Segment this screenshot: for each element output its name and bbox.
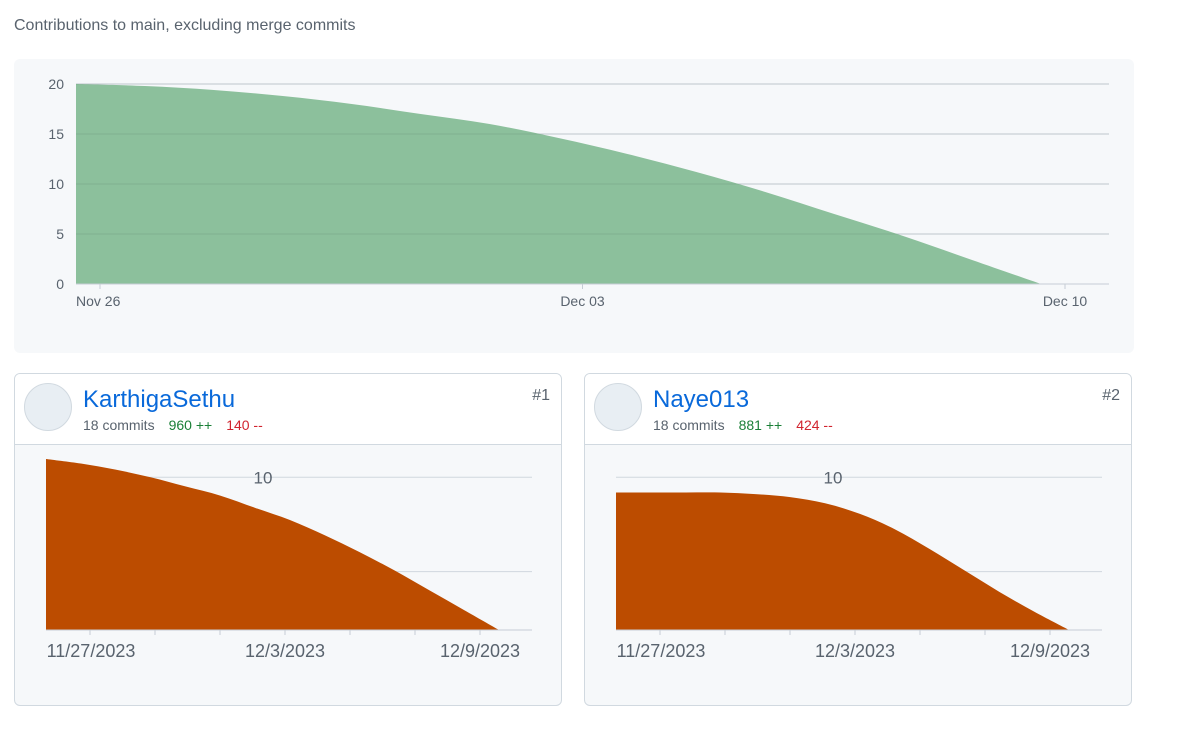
main-contributions-chart[interactable]: 0 5 10 15 20 Nov 26 Dec 03 Dec 10	[14, 59, 1134, 353]
y-tick-label: 10	[48, 176, 64, 192]
y-tick-label: 10	[254, 468, 273, 487]
area-series	[616, 492, 1069, 630]
contributor-card-header: KarthigaSethu 18 commits 960 ++ 140 -- #1	[15, 374, 561, 445]
x-tick-label: Dec 10	[1043, 293, 1088, 309]
y-tick-label: 5	[56, 226, 64, 242]
y-tick-label: 15	[48, 126, 64, 142]
x-tick-label: Dec 03	[560, 293, 605, 309]
x-tick-label: 12/9/2023	[440, 641, 520, 661]
contributor-card: KarthigaSethu 18 commits 960 ++ 140 -- #1 …	[14, 373, 562, 706]
commits-count-link[interactable]: 18 commits	[83, 417, 155, 433]
contributor-stats: 18 commits 881 ++ 424 --	[653, 417, 833, 433]
y-tick-label: 10	[824, 468, 843, 487]
commits-count-link[interactable]: 18 commits	[653, 417, 725, 433]
x-tick-label: Nov 26	[76, 293, 121, 309]
contributor-chart-svg: 10 11/27/2023 12/3/2023 12/9/2023	[616, 468, 1102, 661]
y-tick-label: 20	[48, 76, 64, 92]
x-tick-label: 12/9/2023	[1010, 641, 1090, 661]
chart-subtitle: Contributions to main, excluding merge c…	[14, 17, 356, 34]
contributor-rank: #2	[1102, 387, 1120, 404]
contributor-card-header: Naye013 18 commits 881 ++ 424 -- #2	[585, 374, 1131, 445]
x-tick-label: 11/27/2023	[617, 641, 706, 661]
additions-count: 960 ++	[168, 417, 213, 433]
additions-count: 881 ++	[738, 417, 783, 433]
x-tick-label: 12/3/2023	[815, 641, 895, 661]
avatar[interactable]	[594, 383, 642, 431]
contributor-stats: 18 commits 960 ++ 140 --	[83, 417, 263, 433]
x-tick-label: 12/3/2023	[245, 641, 325, 661]
deletions-count: 140 --	[226, 417, 263, 433]
contributor-username-link[interactable]: Naye013	[653, 386, 749, 414]
contributor-chart-svg: 10 11/27/2023 12/3/2023 12/9/2023	[46, 458, 532, 661]
area-series	[46, 458, 499, 630]
contributor-rank: #1	[532, 387, 550, 404]
y-tick-label: 0	[56, 276, 64, 292]
contributor-card: Naye013 18 commits 881 ++ 424 -- #2 10 11/2…	[584, 373, 1132, 706]
main-chart-svg: 0 5 10 15 20 Nov 26 Dec 03 Dec 10	[48, 76, 1109, 309]
deletions-count: 424 --	[796, 417, 833, 433]
contributor-username-link[interactable]: KarthigaSethu	[83, 386, 235, 414]
avatar[interactable]	[24, 383, 72, 431]
x-tick-label: 11/27/2023	[47, 641, 136, 661]
